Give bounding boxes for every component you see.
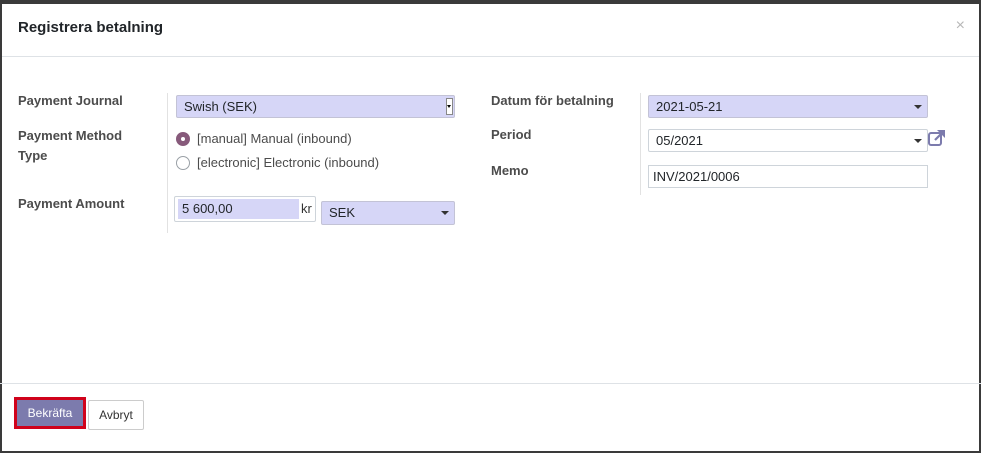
cancel-button[interactable]: Avbryt — [88, 400, 144, 430]
external-link-icon[interactable] — [927, 128, 947, 148]
payment-method-manual-option[interactable]: [manual] Manual (inbound) — [176, 131, 352, 146]
memo-label: Memo — [491, 163, 529, 178]
chevron-down-icon — [914, 105, 922, 109]
payment-amount-input[interactable]: 5 600,00 — [178, 199, 299, 219]
payment-journal-label: Payment Journal — [18, 93, 123, 108]
dialog-title: Registrera betalning — [18, 19, 164, 36]
payment-date-value: 2021-05-21 — [656, 99, 723, 114]
right-column-divider — [640, 93, 641, 195]
period-select[interactable]: 05/2021 — [648, 129, 928, 152]
payment-method-label-line2: Type — [18, 148, 48, 163]
chevron-down-icon — [441, 211, 449, 215]
payment-journal-value: Swish (SEK) — [184, 99, 257, 114]
dialog-header: Registrera betalning × — [2, 4, 979, 57]
chevron-down-icon — [914, 139, 922, 143]
currency-value: SEK — [329, 205, 356, 220]
currency-select[interactable]: SEK — [321, 201, 455, 225]
memo-input[interactable]: INV/2021/0006 — [648, 165, 928, 188]
payment-date-label: Datum för betalning — [491, 93, 614, 108]
payment-journal-select[interactable]: Swish (SEK) — [176, 95, 455, 118]
payment-date-input[interactable]: 2021-05-21 — [648, 95, 928, 118]
payment-method-manual-label: [manual] Manual (inbound) — [197, 131, 352, 146]
payment-amount-field[interactable]: 5 600,00 kr — [174, 196, 316, 222]
confirm-button[interactable]: Bekräfta — [14, 397, 86, 429]
payment-method-electronic-option[interactable]: [electronic] Electronic (inbound) — [176, 155, 379, 170]
radio-unchecked-icon[interactable] — [176, 155, 190, 170]
close-icon[interactable]: × — [956, 17, 965, 35]
radio-checked-icon[interactable] — [176, 131, 190, 146]
currency-symbol: kr — [301, 201, 312, 216]
period-value: 05/2021 — [656, 133, 703, 148]
dialog-footer — [0, 383, 981, 448]
payment-method-label-line1: Payment Method — [18, 128, 123, 143]
left-column-divider — [167, 93, 168, 233]
period-label: Period — [491, 127, 532, 142]
payment-amount-label: Payment Amount — [18, 196, 125, 211]
chevron-down-icon — [446, 98, 453, 115]
payment-method-electronic-label: [electronic] Electronic (inbound) — [197, 155, 380, 170]
